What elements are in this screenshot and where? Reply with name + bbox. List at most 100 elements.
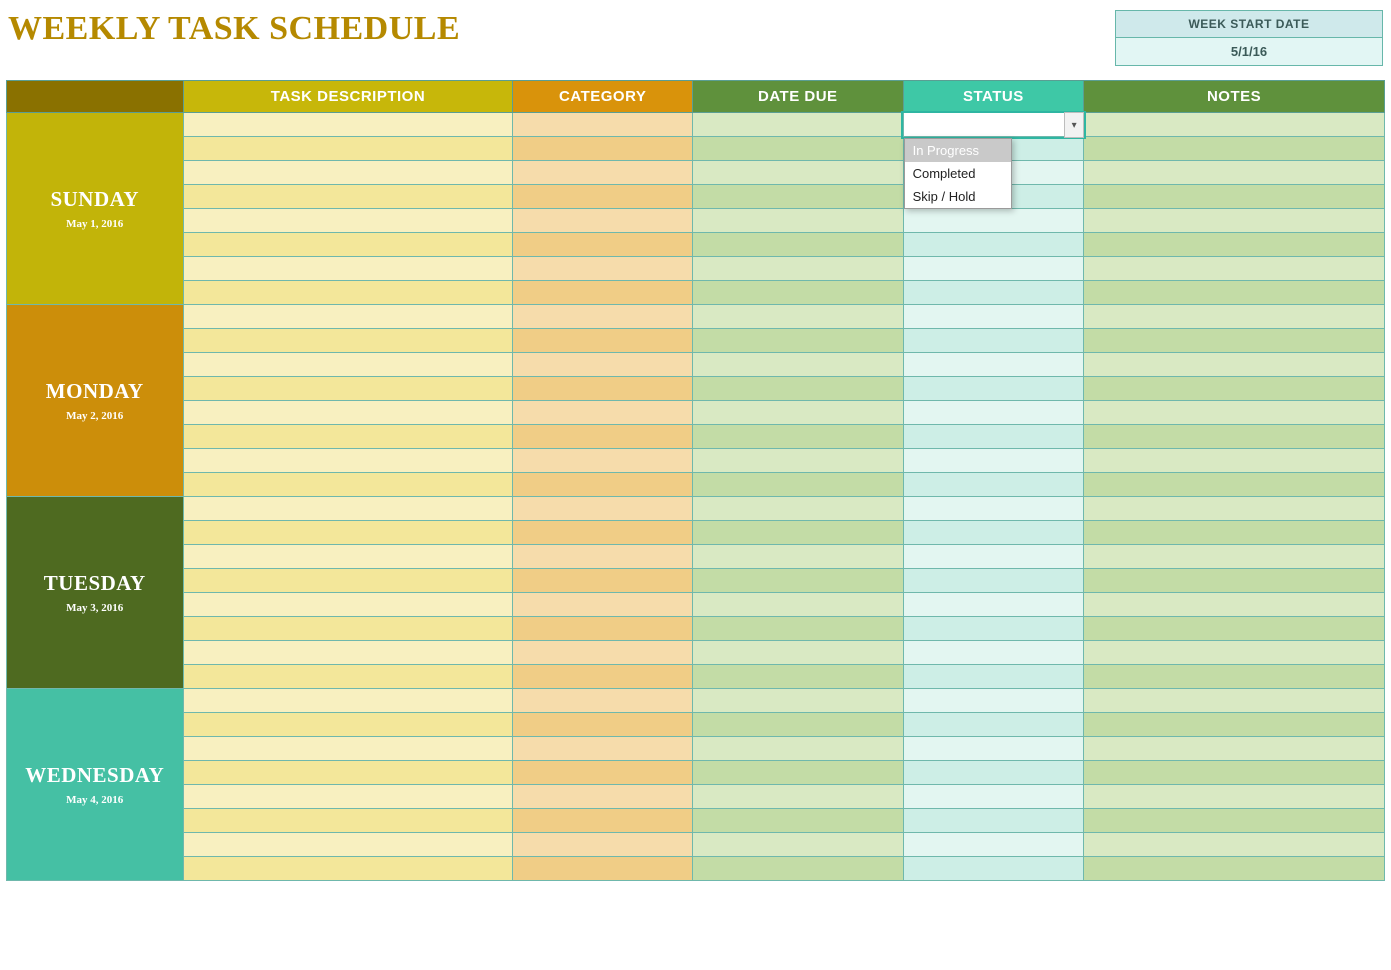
stat-cell[interactable] (903, 353, 1084, 377)
stat-cell[interactable] (903, 233, 1084, 257)
task-cell[interactable] (183, 353, 513, 377)
notes-cell[interactable] (1084, 761, 1385, 785)
status-dropdown[interactable]: In ProgressCompletedSkip / Hold (904, 138, 1012, 209)
cat-cell[interactable] (513, 353, 693, 377)
notes-cell[interactable] (1084, 353, 1385, 377)
cat-cell[interactable] (513, 401, 693, 425)
task-cell[interactable] (183, 617, 513, 641)
task-cell[interactable] (183, 257, 513, 281)
task-cell[interactable] (183, 473, 513, 497)
due-cell[interactable] (692, 761, 903, 785)
notes-cell[interactable] (1084, 281, 1385, 305)
task-cell[interactable] (183, 497, 513, 521)
due-cell[interactable] (692, 809, 903, 833)
due-cell[interactable] (692, 329, 903, 353)
stat-cell[interactable] (903, 833, 1084, 857)
task-cell[interactable] (183, 689, 513, 713)
cat-cell[interactable] (513, 617, 693, 641)
notes-cell[interactable] (1084, 137, 1385, 161)
notes-cell[interactable] (1084, 473, 1385, 497)
stat-cell[interactable] (903, 545, 1084, 569)
due-cell[interactable] (692, 401, 903, 425)
dropdown-arrow-icon[interactable]: ▾ (1064, 112, 1084, 138)
cat-cell[interactable] (513, 425, 693, 449)
due-cell[interactable] (692, 569, 903, 593)
task-cell[interactable] (183, 209, 513, 233)
due-cell[interactable] (692, 137, 903, 161)
stat-cell[interactable] (903, 473, 1084, 497)
task-cell[interactable] (183, 569, 513, 593)
task-cell[interactable] (183, 713, 513, 737)
cat-cell[interactable] (513, 761, 693, 785)
notes-cell[interactable] (1084, 257, 1385, 281)
notes-cell[interactable] (1084, 425, 1385, 449)
due-cell[interactable] (692, 353, 903, 377)
cat-cell[interactable] (513, 473, 693, 497)
notes-cell[interactable] (1084, 641, 1385, 665)
stat-cell[interactable] (903, 425, 1084, 449)
cat-cell[interactable] (513, 689, 693, 713)
cat-cell[interactable] (513, 593, 693, 617)
notes-cell[interactable] (1084, 833, 1385, 857)
status-option[interactable]: Completed (905, 162, 1011, 185)
notes-cell[interactable] (1084, 713, 1385, 737)
due-cell[interactable] (692, 545, 903, 569)
stat-cell[interactable] (903, 377, 1084, 401)
stat-cell[interactable] (903, 401, 1084, 425)
notes-cell[interactable] (1084, 689, 1385, 713)
stat-cell[interactable] (903, 305, 1084, 329)
cat-cell[interactable] (513, 569, 693, 593)
task-cell[interactable] (183, 329, 513, 353)
due-cell[interactable] (692, 665, 903, 689)
due-cell[interactable] (692, 521, 903, 545)
due-cell[interactable] (692, 425, 903, 449)
cat-cell[interactable] (513, 713, 693, 737)
due-cell[interactable] (692, 641, 903, 665)
task-cell[interactable] (183, 665, 513, 689)
task-cell[interactable] (183, 185, 513, 209)
stat-cell[interactable] (903, 329, 1084, 353)
notes-cell[interactable] (1084, 545, 1385, 569)
task-cell[interactable] (183, 785, 513, 809)
cat-cell[interactable] (513, 377, 693, 401)
stat-cell[interactable] (903, 521, 1084, 545)
cat-cell[interactable] (513, 497, 693, 521)
cat-cell[interactable] (513, 185, 693, 209)
notes-cell[interactable] (1084, 665, 1385, 689)
due-cell[interactable] (692, 857, 903, 881)
task-cell[interactable] (183, 833, 513, 857)
cat-cell[interactable] (513, 641, 693, 665)
notes-cell[interactable] (1084, 233, 1385, 257)
status-option[interactable]: Skip / Hold (905, 185, 1011, 208)
cat-cell[interactable] (513, 665, 693, 689)
stat-cell[interactable] (903, 737, 1084, 761)
cat-cell[interactable] (513, 137, 693, 161)
due-cell[interactable] (692, 233, 903, 257)
cat-cell[interactable] (513, 281, 693, 305)
task-cell[interactable] (183, 449, 513, 473)
due-cell[interactable] (692, 305, 903, 329)
task-cell[interactable] (183, 137, 513, 161)
cat-cell[interactable] (513, 521, 693, 545)
cat-cell[interactable] (513, 737, 693, 761)
notes-cell[interactable] (1084, 857, 1385, 881)
task-cell[interactable] (183, 281, 513, 305)
due-cell[interactable] (692, 185, 903, 209)
cat-cell[interactable] (513, 857, 693, 881)
status-option[interactable]: In Progress (905, 139, 1011, 162)
stat-cell[interactable] (903, 257, 1084, 281)
stat-cell[interactable] (903, 857, 1084, 881)
stat-cell[interactable] (903, 449, 1084, 473)
due-cell[interactable] (692, 497, 903, 521)
due-cell[interactable] (692, 377, 903, 401)
task-cell[interactable] (183, 809, 513, 833)
due-cell[interactable] (692, 593, 903, 617)
stat-cell[interactable] (903, 641, 1084, 665)
task-cell[interactable] (183, 545, 513, 569)
task-cell[interactable] (183, 233, 513, 257)
due-cell[interactable] (692, 113, 903, 137)
notes-cell[interactable] (1084, 401, 1385, 425)
stat-cell[interactable] (903, 497, 1084, 521)
stat-cell[interactable] (903, 593, 1084, 617)
notes-cell[interactable] (1084, 497, 1385, 521)
